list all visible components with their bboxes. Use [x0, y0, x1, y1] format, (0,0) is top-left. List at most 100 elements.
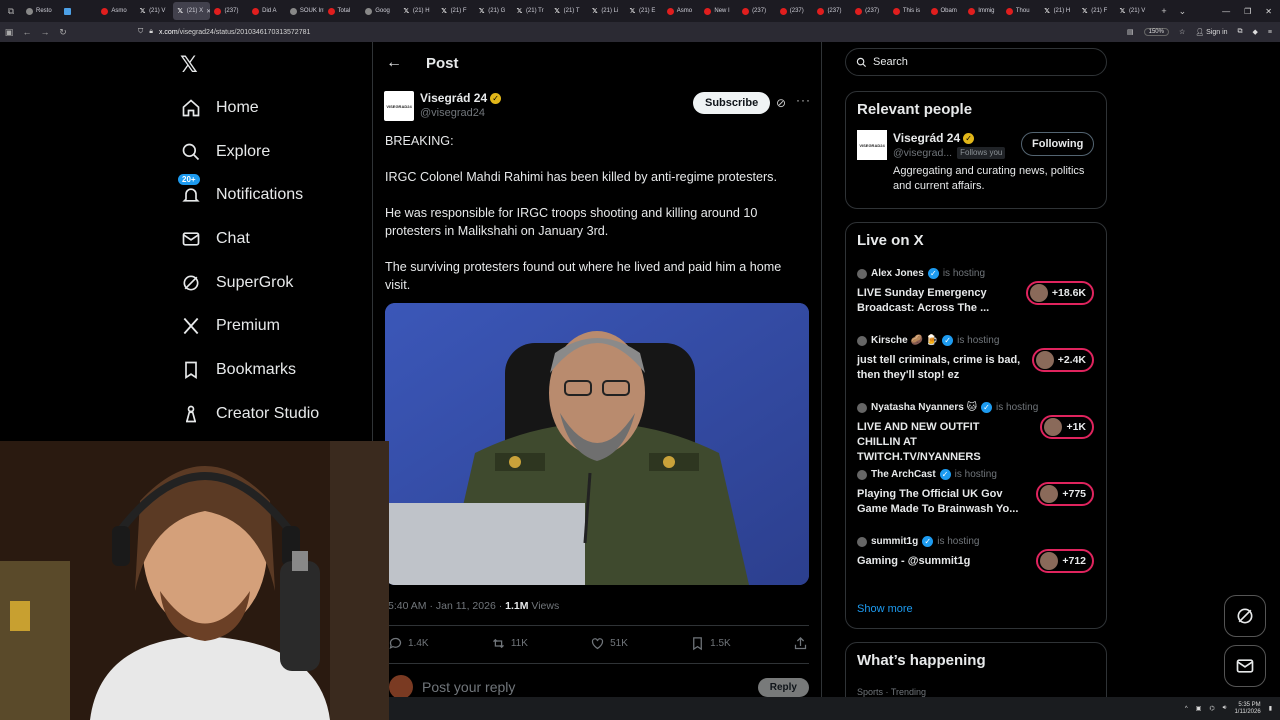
live-title[interactable]: Gaming - @summit1g [857, 554, 1025, 569]
browser-tab[interactable]: 𝕏 (21) Tr [512, 2, 550, 20]
nav-item-explore[interactable]: Explore [176, 130, 366, 174]
tab-list-icon[interactable]: ⧉ [0, 6, 22, 17]
browser-tab[interactable]: (237) [738, 2, 776, 20]
x-logo[interactable]: 𝕏 [180, 53, 198, 78]
live-host[interactable]: summit1g ✓ is hosting [857, 536, 979, 547]
reload-icon[interactable]: ↻ [54, 27, 72, 38]
grok-icon[interactable]: ⊘ [776, 96, 786, 110]
live-title[interactable]: LIVE AND NEW OUTFIT CHILLIN AT TWITCH.TV… [857, 420, 1025, 465]
live-listeners-pill[interactable]: +712 [1036, 549, 1094, 573]
browser-tab[interactable]: SOUK Inte [286, 2, 324, 20]
browser-tab[interactable]: Thou [1002, 2, 1040, 20]
search-input[interactable]: Search [845, 48, 1107, 76]
nav-item-bookmarks[interactable]: Bookmarks [176, 348, 366, 392]
like-action[interactable]: 51K [590, 636, 628, 651]
nav-item-chat[interactable]: Chat [176, 217, 366, 261]
browser-tab[interactable]: 𝕏 (21) F [1077, 2, 1115, 20]
author-name[interactable]: Visegrád 24 ✓ [420, 91, 502, 106]
browser-tab[interactable]: 𝕏 (21) T [550, 2, 588, 20]
live-listeners-pill[interactable]: +1K [1040, 415, 1094, 439]
browser-tab[interactable]: 𝕏 (21) X ✕ [172, 2, 211, 20]
person-avatar[interactable]: VISEGRAD24 [857, 130, 887, 160]
tray-chevron-icon[interactable]: ^ [1185, 706, 1188, 712]
notification-center-icon[interactable]: ▮ [1269, 705, 1272, 712]
network-icon[interactable]: ⌬ [1209, 705, 1214, 712]
browser-tab[interactable]: 𝕏 (21) Li [587, 2, 625, 20]
nav-item-home[interactable]: Home [176, 86, 366, 130]
live-item[interactable]: Nyatasha Nyanners 🐱 ✓ is hosting LIVE AND N… [846, 402, 1106, 469]
menu-icon[interactable]: ≡ [1268, 29, 1272, 36]
close-window-icon[interactable]: ✕ [1265, 7, 1272, 16]
reader-icon[interactable]: ▤ [1127, 28, 1134, 36]
following-button[interactable]: Following [1021, 132, 1095, 156]
browser-tab[interactable]: 𝕏 (21) V [135, 2, 173, 20]
extension-icon[interactable]: ◆ [1253, 28, 1258, 36]
extensions-icon[interactable]: ⧉ [1238, 28, 1243, 36]
browser-tab[interactable]: 𝕏 (21) H [1040, 2, 1078, 20]
browser-tab[interactable]: 𝕏 (21) G [474, 2, 512, 20]
bookmark-star-icon[interactable]: ☆ [1179, 28, 1185, 36]
browser-tab[interactable]: 𝕏 (21) H [399, 2, 437, 20]
clock[interactable]: 5:35 PM 1/11/2026 [1234, 702, 1260, 716]
live-title[interactable]: just tell criminals, crime is bad, then … [857, 353, 1025, 383]
browser-tab[interactable]: (237) [776, 2, 814, 20]
live-host[interactable]: Nyatasha Nyanners 🐱 ✓ is hosting [857, 402, 1038, 413]
relevant-person[interactable]: VISEGRAD24 Visegrád 24 ✓ @visegrad... Foll… [846, 127, 1106, 197]
browser-tab[interactable]: (237) [851, 2, 889, 20]
browser-tab[interactable]: Goog [361, 2, 399, 20]
nav-item-notifications[interactable]: 20+ Notifications [176, 173, 366, 217]
reply-button[interactable]: Reply [757, 677, 809, 697]
zoom-level[interactable]: 150% [1143, 28, 1169, 36]
browser-tab[interactable]: 𝕏 (21) E [625, 2, 663, 20]
subscribe-button[interactable]: Subscribe [693, 92, 771, 114]
live-item[interactable]: The ArchCast ✓ is hosting Playing The Offic… [846, 469, 1106, 536]
live-listeners-pill[interactable]: +18.6K [1025, 281, 1094, 305]
show-more-link[interactable]: Show more [857, 603, 913, 615]
browser-tab[interactable]: (237) [210, 2, 248, 20]
back-arrow-icon[interactable]: ← [386, 54, 402, 72]
sidebar-toggle-icon[interactable]: ▣ [0, 27, 18, 38]
browser-tab[interactable]: Did A [248, 2, 286, 20]
app-icon[interactable]: ▣ [1196, 705, 1202, 712]
live-host[interactable]: Alex Jones ✓ is hosting [857, 268, 985, 279]
browser-tab[interactable]: Immig [964, 2, 1002, 20]
grok-fab[interactable] [1224, 595, 1266, 637]
post-time[interactable]: 5:40 AM · Jan 11, 2026 · [388, 600, 505, 612]
bookmark-action[interactable]: 1.5K [690, 636, 731, 651]
author-handle[interactable]: @visegrad24 [420, 106, 501, 121]
nav-item-creator-studio[interactable]: Creator Studio [176, 392, 366, 436]
live-host[interactable]: Kirsche 🥔 🍺 ✓ is hosting [857, 335, 999, 346]
tab-dropdown-icon[interactable]: ⌄ [1179, 6, 1187, 17]
share-action[interactable] [793, 636, 808, 651]
browser-tab[interactable]: This is [889, 2, 927, 20]
browser-tab[interactable]: (237) [813, 2, 851, 20]
nav-item-premium[interactable]: Premium [176, 304, 366, 348]
live-listeners-pill[interactable]: +2.4K [1031, 348, 1094, 372]
minimize-icon[interactable]: — [1222, 7, 1230, 16]
live-item[interactable]: summit1g ✓ is hosting Gaming - @summit1g +71… [846, 536, 1106, 603]
browser-tab[interactable]: New I [700, 2, 738, 20]
live-listeners-pill[interactable]: +775 [1036, 482, 1094, 506]
post-image[interactable] [385, 303, 809, 585]
address-bar[interactable]: ⛉ 🔒︎ x.com/visegrad24/status/20103461703… [138, 28, 1127, 36]
forward-icon[interactable]: → [36, 27, 54, 37]
browser-tab[interactable]: Resto [22, 2, 60, 20]
person-name[interactable]: Visegrád 24 ✓ [893, 131, 975, 145]
repost-action[interactable]: 11K [491, 636, 528, 651]
browser-tab[interactable]: Obam [927, 2, 965, 20]
live-title[interactable]: Playing The Official UK Gov Game Made To… [857, 487, 1025, 517]
sign-in-button[interactable]: 👤︎ Sign in [1195, 28, 1227, 36]
live-item[interactable]: Kirsche 🥔 🍺 ✓ is hosting just tell criminal… [846, 335, 1106, 402]
nav-item-supergrok[interactable]: SuperGrok [176, 261, 366, 305]
live-item[interactable]: Alex Jones ✓ is hosting LIVE Sunday Emergen… [846, 268, 1106, 335]
browser-tab[interactable]: Asmo [97, 2, 135, 20]
more-options-icon[interactable]: ··· [796, 93, 811, 107]
new-tab-icon[interactable]: + [1161, 6, 1166, 17]
browser-tab[interactable]: Asmo [663, 2, 701, 20]
author-avatar[interactable]: VISEGRAD24 [384, 91, 414, 121]
messages-fab[interactable] [1224, 645, 1266, 687]
browser-tab[interactable]: 𝕏 (21) F [437, 2, 475, 20]
browser-tab[interactable]: Total [324, 2, 362, 20]
browser-tab[interactable] [60, 2, 98, 20]
live-host[interactable]: The ArchCast ✓ is hosting [857, 469, 997, 480]
